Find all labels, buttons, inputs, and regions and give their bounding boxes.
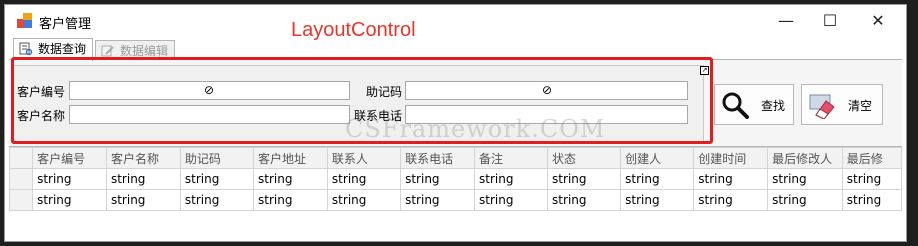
watermark: CSFramework.COM	[345, 115, 606, 143]
customer-name-input[interactable]	[69, 105, 350, 124]
table-cell[interactable]: string	[400, 189, 475, 211]
column-header[interactable]: 备注	[473, 147, 549, 169]
column-header[interactable]: 联系人	[326, 147, 402, 169]
lookup-icon[interactable]: ⊘	[541, 82, 553, 98]
table-cell[interactable]: string	[841, 189, 903, 211]
customer-management-window: 客户管理 LayoutControl — ☐ ✕ 数据查询 数据编辑 客户编号 …	[4, 4, 907, 242]
clear-button-label: 清空	[848, 99, 873, 113]
table-cell[interactable]: string	[693, 168, 769, 190]
resize-corner-icon: ↗	[700, 66, 709, 75]
column-header[interactable]: 客户名称	[105, 147, 181, 169]
tab-strip: 数据查询 数据编辑	[9, 38, 889, 61]
row-indicator[interactable]	[8, 189, 34, 211]
table-cell[interactable]: string	[841, 168, 903, 190]
table-cell[interactable]: string	[105, 168, 181, 190]
customer-code-label: 客户编号	[17, 85, 66, 99]
close-button[interactable]: ✕	[863, 11, 893, 31]
table-cell[interactable]: string	[253, 168, 328, 190]
table-cell[interactable]: string	[326, 189, 402, 211]
maximize-button[interactable]: ☐	[815, 11, 845, 31]
edit-icon	[101, 45, 114, 57]
table-cell[interactable]: string	[105, 189, 181, 211]
table-cell[interactable]: string	[179, 189, 255, 211]
column-header[interactable]: 最后修改人	[767, 147, 843, 169]
row-indicator-header	[8, 147, 34, 169]
column-header[interactable]: 客户编号	[32, 147, 107, 169]
close-icon: ✕	[871, 11, 885, 30]
table-cell[interactable]: string	[179, 168, 255, 190]
row-indicator[interactable]	[8, 168, 34, 190]
table-cell[interactable]: string	[32, 168, 107, 190]
minimize-button[interactable]: —	[771, 11, 801, 31]
table-cell[interactable]: string	[547, 168, 622, 190]
table-row[interactable]: string string string string string strin…	[8, 168, 903, 190]
tab-data-edit[interactable]: 数据编辑	[95, 40, 176, 60]
data-grid[interactable]: 客户编号 客户名称 助记码 客户地址 联系人 联系电话 备注 状态 创建人 创建…	[8, 146, 903, 241]
search-button-label: 查找	[761, 99, 786, 113]
column-header[interactable]: 助记码	[179, 147, 255, 169]
lookup-icon[interactable]: ⊘	[203, 82, 215, 98]
query-icon	[19, 42, 33, 56]
table-cell[interactable]: string	[767, 189, 843, 211]
column-header[interactable]: 客户地址	[253, 147, 328, 169]
column-header[interactable]: 创建人	[620, 147, 695, 169]
table-cell[interactable]: string	[620, 168, 695, 190]
window-title: 客户管理	[39, 17, 92, 32]
magnifier-icon	[722, 92, 749, 119]
mnemonic-label: 助记码	[366, 85, 403, 99]
table-cell[interactable]: string	[693, 189, 769, 211]
table-cell[interactable]: string	[620, 189, 695, 211]
table-cell[interactable]: string	[400, 168, 475, 190]
title-bar: 客户管理 LayoutControl — ☐ ✕	[5, 5, 906, 41]
grid-table: 客户编号 客户名称 助记码 客户地址 联系人 联系电话 备注 状态 创建人 创建…	[8, 147, 903, 211]
table-cell[interactable]: string	[473, 189, 549, 211]
clear-button[interactable]: 清空	[801, 84, 883, 125]
app-icon	[17, 13, 33, 29]
table-row[interactable]: string string string string string strin…	[8, 189, 903, 211]
table-cell[interactable]: string	[767, 168, 843, 190]
eraser-icon	[809, 94, 835, 119]
column-header[interactable]: 联系电话	[400, 147, 475, 169]
table-cell[interactable]: string	[547, 189, 622, 211]
maximize-icon: ☐	[822, 11, 838, 30]
grid-header-row: 客户编号 客户名称 助记码 客户地址 联系人 联系电话 备注 状态 创建人 创建…	[8, 147, 903, 169]
column-header[interactable]: 状态	[547, 147, 622, 169]
tab-data-edit-label: 数据编辑	[120, 44, 169, 58]
table-cell[interactable]: string	[32, 189, 107, 211]
column-header[interactable]: 创建时间	[693, 147, 769, 169]
table-cell[interactable]: string	[326, 168, 402, 190]
tab-data-query-label: 数据查询	[38, 42, 87, 56]
column-header[interactable]: 最后修	[841, 147, 903, 169]
customer-name-label: 客户名称	[17, 109, 66, 123]
table-cell[interactable]: string	[253, 189, 328, 211]
search-button[interactable]: 查找	[714, 84, 794, 125]
table-cell[interactable]: string	[473, 168, 549, 190]
tab-data-query[interactable]: 数据查询	[13, 38, 94, 61]
minimize-icon: —	[778, 11, 794, 30]
